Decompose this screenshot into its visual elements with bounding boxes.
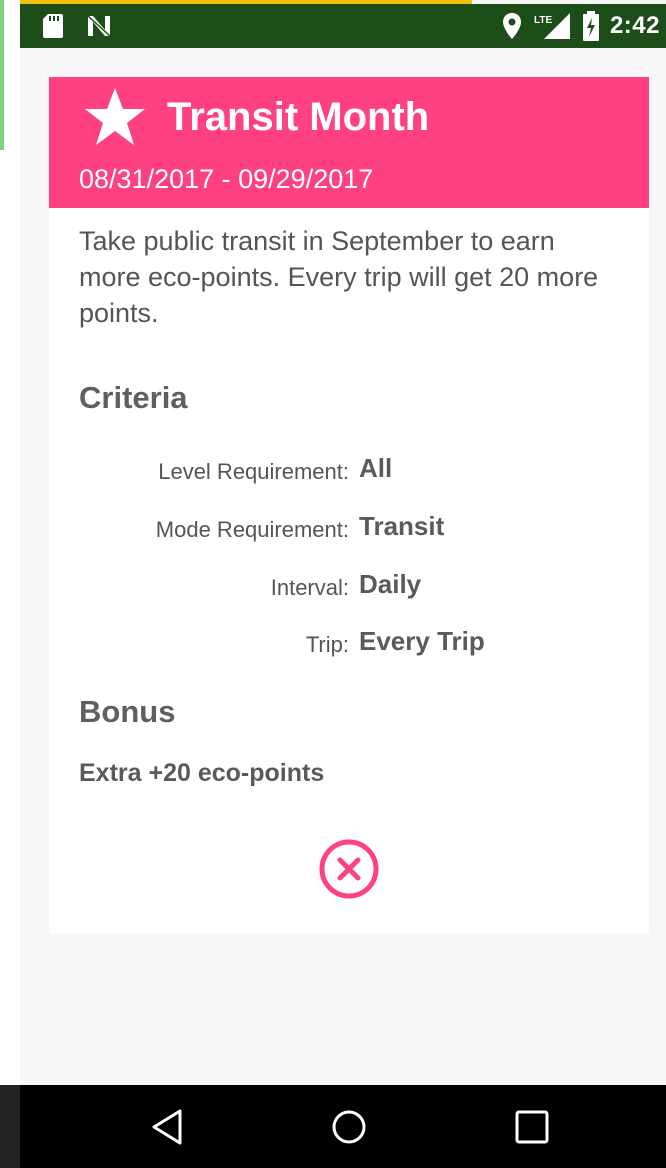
criteria-label: Level Requirement:	[158, 459, 349, 484]
dialog-header: Transit Month 08/31/2017 - 09/29/2017	[49, 77, 649, 208]
criteria-row-trip: Trip: Every Trip	[49, 626, 649, 662]
star-icon	[85, 88, 145, 145]
lte-label: LTE	[534, 15, 552, 26]
date-range: 08/31/2017 - 09/29/2017	[79, 164, 374, 194]
criteria-label: Interval:	[270, 575, 349, 600]
bonus-text: Extra +20 eco-points	[79, 759, 325, 787]
background-dark-strip	[0, 1085, 20, 1168]
lte-signal-icon: LTE	[534, 13, 570, 39]
criteria-label: Trip:	[305, 632, 349, 657]
background-page-edge	[0, 0, 20, 1085]
criteria-label: Mode Requirement:	[155, 517, 349, 542]
criteria-row-mode: Mode Requirement: Transit	[49, 511, 649, 547]
status-bar: LTE 2:42	[20, 4, 666, 48]
criteria-value: All	[359, 453, 393, 483]
location-icon	[502, 13, 521, 39]
back-icon[interactable]	[146, 1105, 190, 1149]
background-green-accent	[0, 0, 4, 150]
battery-charging-icon	[582, 11, 599, 41]
close-circle-icon[interactable]	[317, 837, 381, 901]
navigation-bar	[20, 1085, 666, 1168]
criteria-value: Every Trip	[359, 626, 485, 656]
challenge-dialog: Transit Month 08/31/2017 - 09/29/2017 Ta…	[49, 77, 649, 934]
criteria-value: Transit	[359, 511, 445, 541]
dialog-title: Transit Month	[167, 95, 430, 139]
home-icon[interactable]	[327, 1105, 371, 1149]
status-time: 2:42	[609, 12, 660, 39]
sd-card-icon	[43, 14, 63, 38]
recents-icon[interactable]	[510, 1105, 554, 1149]
challenge-description: Take public transit in September to earn…	[79, 226, 599, 328]
criteria-row-level: Level Requirement: All	[49, 453, 649, 489]
criteria-heading: Criteria	[79, 380, 188, 415]
n-notification-icon	[87, 15, 111, 37]
bonus-heading: Bonus	[79, 694, 176, 729]
criteria-row-interval: Interval: Daily	[49, 569, 649, 605]
criteria-value: Daily	[359, 569, 422, 599]
